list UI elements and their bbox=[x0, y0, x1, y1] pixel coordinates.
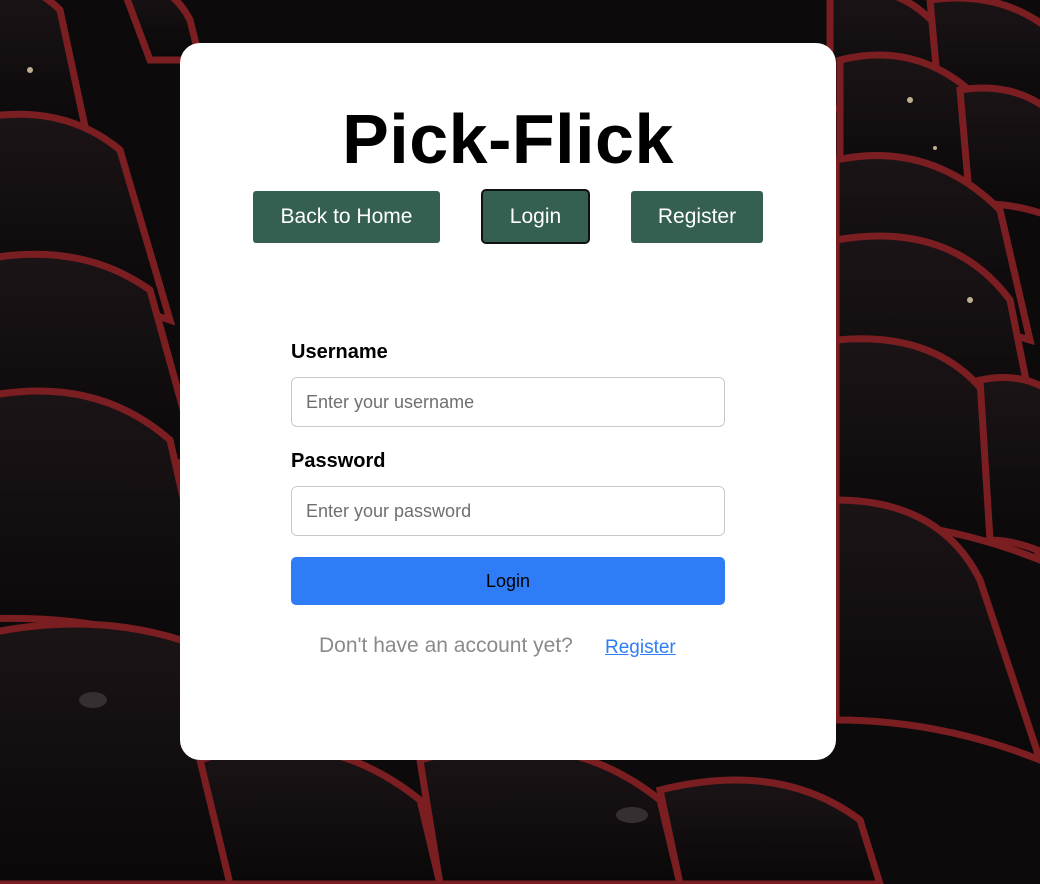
nav-register-button[interactable]: Register bbox=[631, 191, 763, 243]
login-submit-button[interactable]: Login bbox=[291, 557, 725, 605]
register-link[interactable]: Register bbox=[605, 637, 676, 659]
app-title: Pick-Flick bbox=[342, 100, 674, 178]
back-to-home-button[interactable]: Back to Home bbox=[253, 191, 440, 243]
username-input[interactable] bbox=[291, 377, 725, 427]
register-prompt-text: Don't have an account yet? bbox=[319, 634, 573, 657]
username-label: Username bbox=[291, 341, 388, 363]
password-input[interactable] bbox=[291, 486, 725, 536]
login-card: Pick-Flick Back to Home Login Register U… bbox=[180, 43, 836, 760]
nav-login-button[interactable]: Login bbox=[481, 189, 590, 244]
password-label: Password bbox=[291, 450, 386, 472]
